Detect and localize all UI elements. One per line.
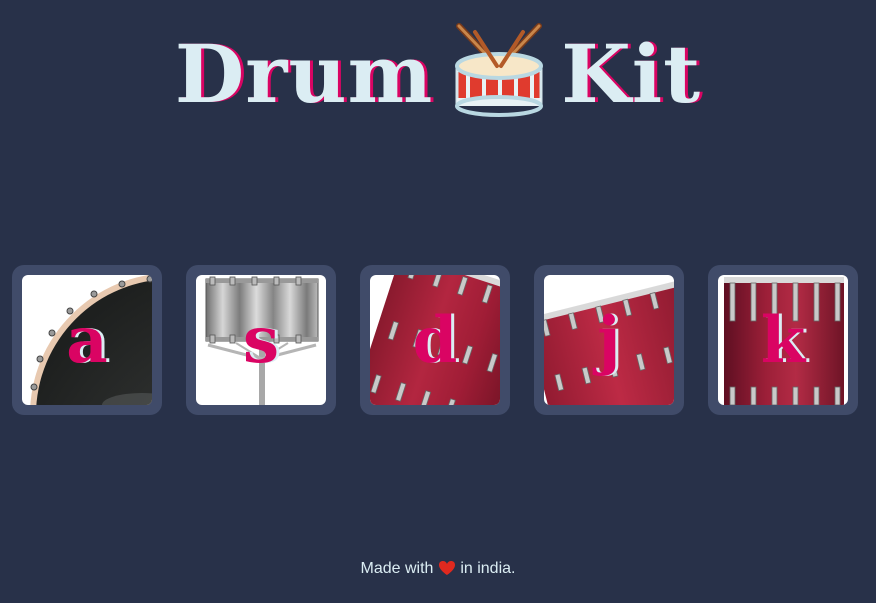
footer-made-with: Made with: [360, 560, 434, 577]
drum-button-j[interactable]: j: [534, 265, 684, 415]
heart-icon: [438, 561, 455, 575]
drum-icon: [455, 23, 544, 117]
drum-face-k: k: [718, 275, 848, 405]
drum-button-a[interactable]: a: [12, 265, 162, 415]
footer-suffix: in india.: [460, 560, 516, 577]
title-kit-word: Kit: [561, 27, 702, 121]
drum-face-a: a: [22, 275, 152, 405]
drum-button-d[interactable]: d: [360, 265, 510, 415]
drum-key-a: a: [66, 303, 108, 378]
drum-button-k[interactable]: k: [708, 265, 858, 415]
footer: Made with in india.: [0, 560, 876, 578]
drum-set: a s d j k: [12, 265, 864, 415]
drum-key-d: d: [412, 303, 458, 378]
page-title: Drum Kit: [0, 23, 876, 124]
title-drum-word: Drum: [174, 27, 434, 121]
drum-key-j: j: [597, 303, 621, 378]
drum-key-k: k: [760, 303, 806, 378]
drum-face-d: d: [370, 275, 500, 405]
drum-key-s: s: [242, 303, 280, 378]
drum-button-s[interactable]: s: [186, 265, 336, 415]
drum-face-j: j: [544, 275, 674, 405]
drum-face-s: s: [196, 275, 326, 405]
